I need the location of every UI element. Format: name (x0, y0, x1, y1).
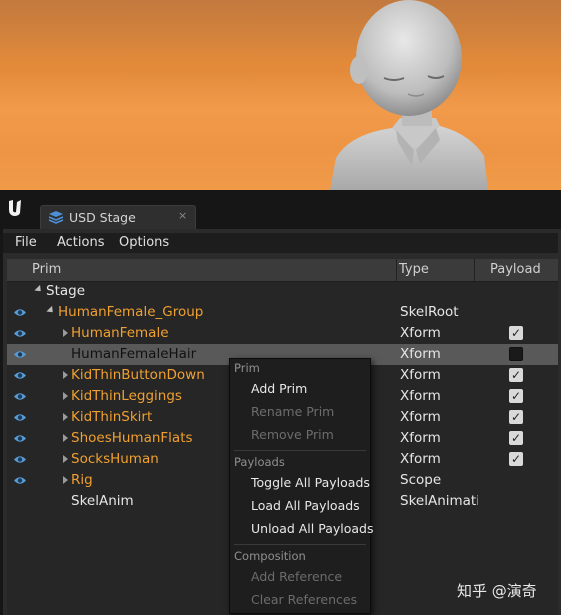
viewport[interactable] (0, 0, 561, 190)
prim-type: Scope (400, 472, 442, 488)
prim-name: KidThinSkirt (71, 409, 153, 425)
prim-type: Xform (400, 430, 441, 446)
expand-arrow-icon[interactable] (63, 455, 68, 463)
menu-section-composition: Composition (234, 549, 306, 563)
tree-row[interactable]: HumanFemale_Group SkelRoot (7, 302, 558, 323)
expand-arrow-icon[interactable] (63, 392, 68, 400)
expand-arrow-icon[interactable] (63, 329, 68, 337)
prim-type: Xform (400, 451, 441, 467)
prim-type: Xform (400, 388, 441, 404)
tree-header: Prim Type Payload (7, 259, 558, 282)
menu-item-add-prim[interactable]: Add Prim (251, 381, 307, 396)
prim-type: Xform (400, 367, 441, 383)
prim-name: KidThinButtonDown (71, 367, 205, 383)
close-icon[interactable]: × (178, 209, 187, 222)
prim-name: SocksHuman (71, 451, 159, 467)
visibility-eye-icon[interactable] (13, 475, 27, 486)
menu-item-toggle-all-payloads[interactable]: Toggle All Payloads (251, 475, 370, 490)
visibility-eye-icon[interactable] (13, 454, 27, 465)
prim-type: SkelRoot (400, 304, 459, 320)
payload-checkbox[interactable]: ✓ (509, 368, 523, 382)
column-divider[interactable] (396, 259, 397, 281)
column-payload[interactable]: Payload (490, 262, 541, 277)
payload-checkbox[interactable]: ✓ (509, 389, 523, 403)
prim-name: HumanFemale (71, 325, 169, 341)
prim-name: Rig (71, 472, 93, 488)
prim-type: SkelAnimation (400, 493, 478, 509)
context-menu: Prim Add Prim Rename Prim Remove Prim Pa… (229, 358, 374, 614)
prim-type: Xform (400, 409, 441, 425)
prim-name: ShoesHumanFlats (71, 430, 193, 446)
menu-section-payloads: Payloads (234, 455, 285, 469)
menu-separator (234, 544, 366, 545)
payload-checkbox[interactable] (509, 347, 523, 361)
menu-item-unload-all-payloads[interactable]: Unload All Payloads (251, 521, 374, 536)
menu-options[interactable]: Options (119, 235, 169, 250)
prim-type: Xform (400, 346, 441, 362)
payload-checkbox[interactable]: ✓ (509, 431, 523, 445)
menu-item-rename-prim: Rename Prim (251, 404, 335, 419)
expand-arrow-icon[interactable] (34, 284, 44, 295)
tree-row[interactable]: HumanFemale Xform ✓ (7, 323, 558, 344)
expand-arrow-icon[interactable] (63, 413, 68, 421)
prim-name: HumanFemale_Group (58, 304, 204, 320)
tab-label: USD Stage (69, 210, 136, 225)
watermark: 知乎 @演奇 (457, 582, 537, 600)
menu-item-remove-prim: Remove Prim (251, 427, 334, 442)
visibility-eye-icon[interactable] (13, 370, 27, 381)
column-prim[interactable]: Prim (32, 262, 61, 277)
expand-arrow-icon[interactable] (63, 434, 68, 442)
column-type[interactable]: Type (399, 262, 429, 277)
unreal-logo-icon (4, 196, 26, 218)
prim-name: HumanFemaleHair (71, 346, 197, 362)
prim-type: Xform (400, 325, 441, 341)
menu-section-prim: Prim (234, 361, 260, 375)
tree-row-stage[interactable]: Stage (7, 281, 558, 302)
payload-checkbox[interactable]: ✓ (509, 410, 523, 424)
visibility-eye-icon[interactable] (13, 433, 27, 444)
prim-name: KidThinLeggings (71, 388, 182, 404)
expand-arrow-icon[interactable] (63, 371, 68, 379)
visibility-eye-icon[interactable] (13, 391, 27, 402)
payload-checkbox[interactable]: ✓ (509, 326, 523, 340)
character-model (330, 0, 488, 190)
visibility-eye-icon[interactable] (13, 412, 27, 423)
payload-checkbox[interactable]: ✓ (509, 452, 523, 466)
menu-actions[interactable]: Actions (57, 235, 105, 250)
visibility-eye-icon[interactable] (13, 307, 27, 318)
menu-separator (234, 450, 366, 451)
tab-usd-stage[interactable]: USD Stage × (40, 205, 196, 229)
visibility-eye-icon[interactable] (13, 328, 27, 339)
menu-item-clear-references: Clear References (251, 592, 358, 607)
expand-arrow-icon[interactable] (63, 476, 68, 484)
visibility-eye-icon[interactable] (13, 349, 27, 360)
menu-item-load-all-payloads[interactable]: Load All Payloads (251, 498, 360, 513)
menu-file[interactable]: File (15, 235, 37, 250)
prim-name: SkelAnim (71, 493, 134, 509)
menu-item-add-reference: Add Reference (251, 569, 343, 584)
menu-bar: File Actions Options (3, 233, 558, 253)
usd-stage-icon (48, 211, 64, 224)
column-divider[interactable] (474, 259, 475, 281)
prim-name: Stage (46, 283, 86, 299)
expand-arrow-icon[interactable] (46, 305, 56, 316)
